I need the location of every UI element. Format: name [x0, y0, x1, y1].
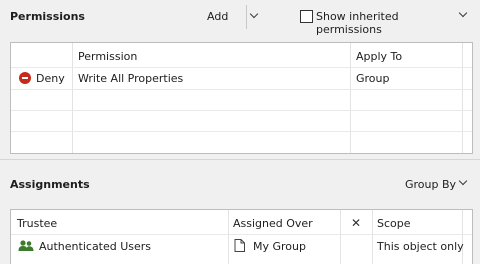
- add-button[interactable]: Add: [207, 10, 228, 23]
- trustee-name: Authenticated Users: [39, 240, 152, 253]
- row-divider: [11, 89, 472, 90]
- permission-name: Write All Properties: [78, 72, 184, 85]
- row-divider: [11, 110, 472, 111]
- permission-type: Deny: [36, 72, 65, 85]
- deny-icon: [19, 72, 31, 84]
- assignments-title: Assignments: [10, 178, 90, 191]
- column-header-assigned-over[interactable]: Assigned Over: [233, 217, 313, 230]
- assignments-table: Trustee Assigned Over ✕ Scope Authentica…: [10, 209, 473, 264]
- add-dropdown-button[interactable]: [248, 6, 262, 28]
- permission-apply-to: Group: [356, 72, 390, 85]
- permissions-title: Permissions: [10, 10, 85, 23]
- show-inherited-label: Show inherited permissions: [316, 10, 399, 36]
- row-divider: [11, 131, 472, 132]
- table-row[interactable]: Authenticated Users My Group This object…: [11, 235, 472, 257]
- show-inherited-toggle[interactable]: Show inherited permissions: [300, 10, 450, 36]
- column-header-trustee[interactable]: Trustee: [17, 217, 57, 230]
- table-row[interactable]: Deny Write All Properties Group: [11, 68, 472, 89]
- column-divider: [350, 43, 351, 153]
- remove-icon[interactable]: ✕: [351, 216, 361, 230]
- assigned-over-name: My Group: [253, 240, 306, 253]
- group-by-dropdown-button[interactable]: [456, 176, 470, 190]
- permissions-table: Permission Apply To Deny Write All Prope…: [10, 42, 473, 154]
- column-header-scope[interactable]: Scope: [377, 217, 411, 230]
- column-header-apply-to[interactable]: Apply To: [356, 50, 402, 63]
- column-divider: [72, 43, 73, 153]
- document-icon: [234, 239, 245, 252]
- chevron-down-icon: [249, 9, 259, 19]
- add-split-divider: [246, 5, 247, 29]
- group-by-button[interactable]: Group By: [405, 178, 456, 191]
- column-header-permission[interactable]: Permission: [78, 50, 137, 63]
- assignment-scope: This object only: [377, 240, 464, 253]
- users-icon: [18, 240, 34, 251]
- section-separator: [0, 159, 480, 160]
- chevron-down-icon: [458, 176, 468, 186]
- permissions-options-button[interactable]: [456, 8, 470, 22]
- chevron-down-icon: [458, 8, 468, 18]
- column-divider: [462, 43, 463, 153]
- show-inherited-checkbox[interactable]: [300, 10, 313, 23]
